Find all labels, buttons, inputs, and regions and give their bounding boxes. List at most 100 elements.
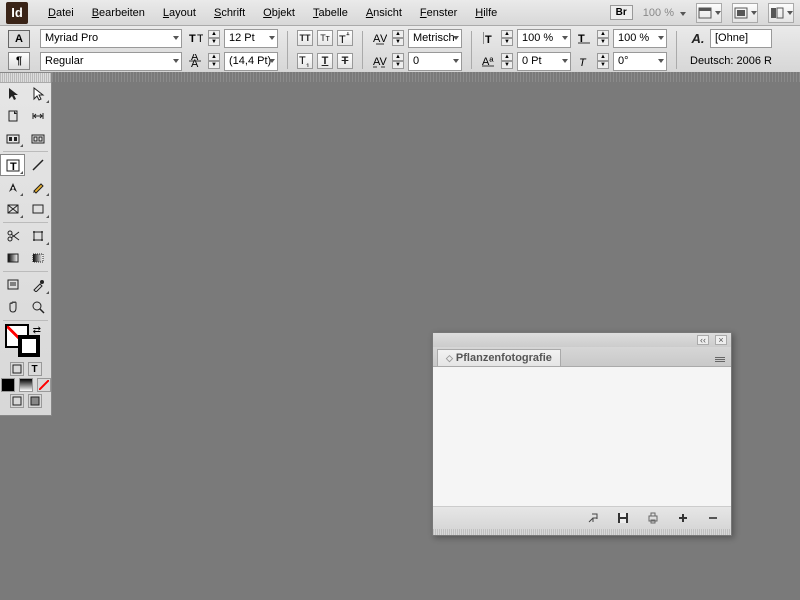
panel-print-icon[interactable] <box>645 511 661 525</box>
canvas-grip <box>52 72 800 82</box>
kerning-spinner[interactable]: ▲▼ <box>392 30 404 46</box>
normal-view-button[interactable] <box>10 394 24 408</box>
page-tool[interactable] <box>0 105 25 127</box>
panel-body[interactable] <box>433 367 731 507</box>
baseline-spinner[interactable]: ▲▼ <box>501 53 513 69</box>
vscale-combo[interactable]: 100 % <box>517 29 571 48</box>
collector-icon <box>6 131 20 145</box>
svg-text:₁: ₁ <box>306 58 310 67</box>
gradient-feather-tool[interactable] <box>26 247 51 269</box>
hscale-spinner[interactable]: ▲▼ <box>597 30 609 46</box>
language-readout[interactable]: Deutsch: 2006 R <box>690 55 772 67</box>
zoom-level-readout[interactable]: 100 % <box>643 7 686 19</box>
arrange-icon <box>734 7 748 19</box>
note-tool[interactable] <box>0 274 25 296</box>
character-style-combo[interactable]: [Ohne] <box>710 29 772 48</box>
menu-edit[interactable]: Bearbeiten <box>84 3 153 23</box>
allcaps-button[interactable]: TT <box>297 30 313 46</box>
panel-resize-grip[interactable] <box>433 529 731 535</box>
panel-expand-icon[interactable] <box>585 511 601 525</box>
eyedropper-tool[interactable] <box>26 274 51 296</box>
font-family-combo[interactable]: Myriad Pro <box>40 29 182 48</box>
kerning-combo[interactable]: Metrisch <box>408 29 462 48</box>
baseline-combo[interactable]: 0 Pt <box>517 52 571 71</box>
document-canvas[interactable]: ‹‹ × ◇Pflanzenfotografie <box>52 72 800 600</box>
scissors-tool[interactable] <box>0 225 25 247</box>
rect-frame-icon <box>6 202 20 216</box>
preview-mode-button[interactable] <box>28 394 42 408</box>
character-mode-toggle[interactable]: A <box>8 30 30 48</box>
hand-tool[interactable] <box>0 296 25 318</box>
fill-stroke-swatches[interactable]: ⇄ <box>4 325 47 359</box>
paragraph-mode-toggle[interactable]: ¶ <box>8 52 30 70</box>
panel-new-icon[interactable] <box>675 511 691 525</box>
floating-panel[interactable]: ‹‹ × ◇Pflanzenfotografie <box>432 332 732 536</box>
swap-fill-stroke-icon[interactable]: ⇄ <box>33 325 41 336</box>
content-placer-tool[interactable] <box>26 127 51 149</box>
strikethrough-button[interactable]: T <box>337 53 353 69</box>
panel-close-button[interactable]: × <box>715 335 727 345</box>
menu-table[interactable]: Tabelle <box>305 3 356 23</box>
workspace-icon <box>770 7 784 19</box>
free-transform-tool[interactable] <box>26 225 51 247</box>
rectangle-frame-tool[interactable] <box>0 198 25 220</box>
arrange-documents-button[interactable] <box>732 3 758 23</box>
svg-text:T: T <box>578 33 585 44</box>
app-logo: Id <box>6 2 28 24</box>
leading-spinner[interactable]: ▲▼ <box>208 53 220 69</box>
panel-collapse-button[interactable]: ‹‹ <box>697 335 709 345</box>
formatting-text-button[interactable]: T <box>28 362 42 376</box>
hscale-icon: T <box>577 30 593 46</box>
font-size-spinner[interactable]: ▲▼ <box>208 30 220 46</box>
gap-tool[interactable] <box>26 105 51 127</box>
svg-text:T: T <box>299 55 306 67</box>
type-tool[interactable]: T <box>0 154 25 176</box>
note-icon <box>6 278 20 292</box>
panel-delete-icon[interactable] <box>705 511 721 525</box>
tracking-spinner[interactable]: ▲▼ <box>392 53 404 69</box>
formatting-container-button[interactable] <box>10 362 24 376</box>
smallcaps-button[interactable]: Tᴛ <box>317 30 333 46</box>
menu-view[interactable]: Ansicht <box>358 3 410 23</box>
skew-combo[interactable]: 0° <box>613 52 667 71</box>
line-tool[interactable] <box>26 154 51 176</box>
vscale-spinner[interactable]: ▲▼ <box>501 30 513 46</box>
pencil-tool[interactable] <box>26 176 51 198</box>
font-size-combo[interactable]: 12 Pt <box>224 29 278 48</box>
apply-color-button[interactable] <box>1 378 15 392</box>
underline-button[interactable]: T <box>317 53 333 69</box>
skew-spinner[interactable]: ▲▼ <box>597 53 609 69</box>
content-collector-tool[interactable] <box>0 127 25 149</box>
menu-help[interactable]: Hilfe <box>467 3 505 23</box>
panel-titlebar[interactable]: ‹‹ × <box>433 333 731 347</box>
screen-mode-button[interactable] <box>696 3 722 23</box>
zoom-tool[interactable] <box>26 296 51 318</box>
menu-window[interactable]: Fenster <box>412 3 465 23</box>
apply-gradient-button[interactable] <box>19 378 33 392</box>
panel-save-icon[interactable] <box>615 511 631 525</box>
panel-tab[interactable]: ◇Pflanzenfotografie <box>437 349 561 366</box>
stroke-swatch[interactable] <box>18 335 40 357</box>
menu-type[interactable]: Schrift <box>206 3 253 23</box>
svg-text:T: T <box>485 34 492 45</box>
rectangle-tool[interactable] <box>26 198 51 220</box>
bridge-button[interactable]: Br <box>610 5 633 20</box>
subscript-button[interactable]: T₁ <box>297 53 313 69</box>
menu-file[interactable]: Datei <box>40 3 82 23</box>
apply-none-button[interactable] <box>37 378 51 392</box>
menu-object[interactable]: Objekt <box>255 3 303 23</box>
selection-tool[interactable] <box>0 83 25 105</box>
hscale-combo[interactable]: 100 % <box>613 29 667 48</box>
font-style-combo[interactable]: Regular <box>40 52 182 71</box>
direct-selection-tool[interactable] <box>26 83 51 105</box>
menu-layout[interactable]: Layout <box>155 3 204 23</box>
zoom-icon <box>31 300 45 314</box>
panel-flyout-menu-button[interactable] <box>711 352 727 366</box>
workspace-switcher-button[interactable] <box>768 3 794 23</box>
superscript-button[interactable]: T¹ <box>337 30 353 46</box>
pen-tool[interactable] <box>0 176 25 198</box>
leading-combo[interactable]: (14,4 Pt) <box>224 52 278 71</box>
gradient-swatch-tool[interactable] <box>0 247 25 269</box>
tools-panel-grip[interactable] <box>0 73 51 83</box>
tracking-combo[interactable]: 0 <box>408 52 462 71</box>
